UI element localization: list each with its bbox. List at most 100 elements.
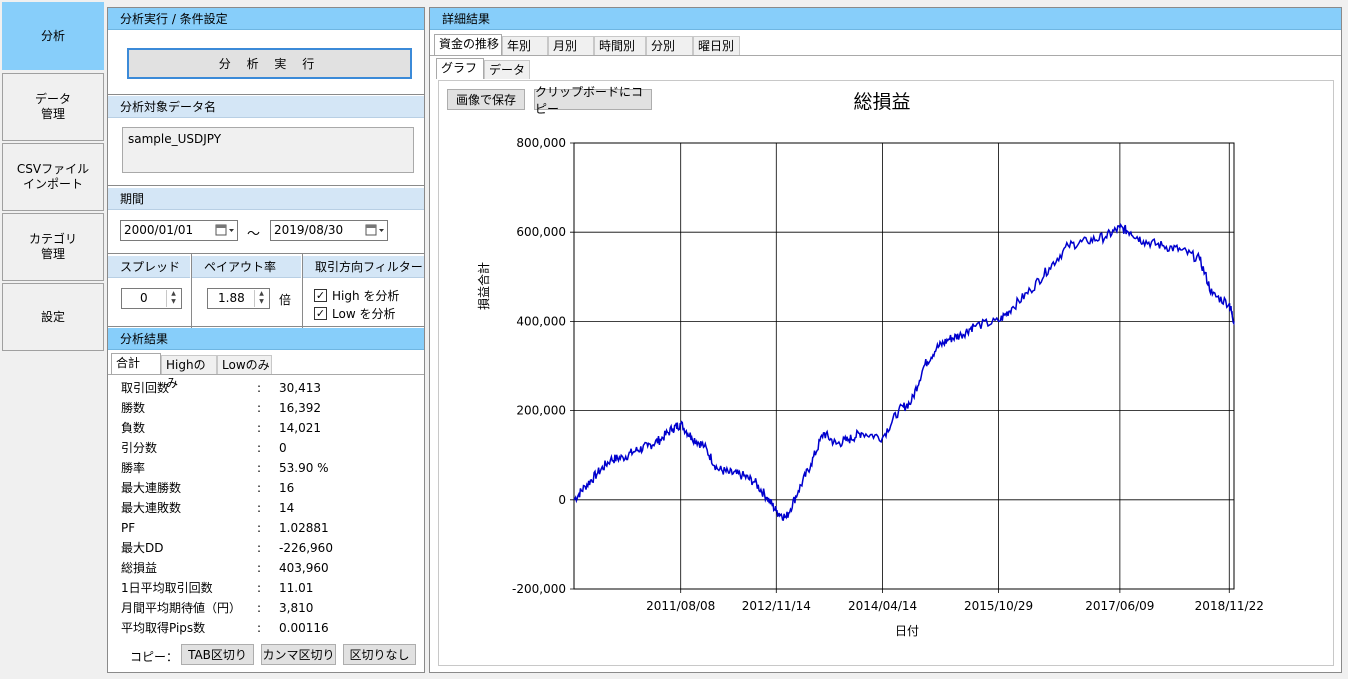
result-row: PF: 1.02881	[121, 518, 421, 538]
result-row: 最大DD: -226,960	[121, 538, 421, 558]
nav-analysis[interactable]: 分析	[2, 2, 104, 70]
result-value: 403,960	[279, 561, 329, 575]
tab-high-only[interactable]: Highのみ	[161, 355, 217, 390]
side-navigation: 分析 データ 管理 CSVファイル インポート カテゴリ 管理 設定	[0, 0, 104, 679]
result-row: 勝率: 53.90 %	[121, 458, 421, 478]
result-colon: :	[257, 461, 262, 475]
result-colon: :	[257, 481, 262, 495]
target-section	[108, 96, 424, 186]
result-row: 総損益: 403,960	[121, 558, 421, 578]
result-row: 最大連敗数: 14	[121, 498, 421, 518]
x-tick-label: 2014/04/14	[848, 599, 917, 613]
period-section	[108, 188, 424, 254]
subtab-graph[interactable]: グラフ	[436, 58, 484, 79]
tab-yearly[interactable]: 年別	[502, 36, 548, 55]
result-label: 最大連敗数	[121, 501, 182, 515]
nav-data-management-label: データ 管理	[34, 92, 71, 121]
result-label: 最大連勝数	[121, 481, 182, 495]
result-label: 最大DD	[121, 541, 164, 555]
nav-category-management[interactable]: カテゴリ 管理	[2, 213, 104, 281]
result-row: 1日平均取引回数: 11.01	[121, 578, 421, 598]
options-section	[108, 256, 424, 327]
nav-analysis-label: 分析	[40, 28, 65, 43]
result-row: 負数: 14,021	[121, 418, 421, 438]
result-colon: :	[257, 601, 262, 615]
result-colon: :	[257, 561, 262, 575]
result-colon: :	[257, 381, 262, 395]
nav-csv-import[interactable]: CSVファイル インポート	[2, 143, 104, 211]
copy-label: コピー：	[130, 650, 179, 664]
y-tick-label: 400,000	[516, 314, 566, 328]
result-label: 1日平均取引回数	[121, 581, 213, 595]
result-colon: :	[257, 421, 262, 435]
series-line	[573, 222, 1235, 521]
result-label: 勝率	[121, 461, 146, 475]
y-axis-label: 損益合計	[476, 262, 491, 310]
result-label: PF	[121, 521, 136, 535]
y-tick-label: -200,000	[512, 582, 566, 596]
result-value: 0	[279, 441, 287, 455]
result-value: 14	[279, 501, 295, 515]
result-row: 勝数: 16,392	[121, 398, 421, 418]
result-label: 負数	[121, 421, 146, 435]
copy-plain-button[interactable]: 区切りなし	[343, 644, 416, 665]
chart-title: 総損益	[853, 91, 910, 113]
result-colon: :	[257, 441, 262, 455]
detail-panel: 詳細結果 資金の推移 年別 月別 時間別 分別 曜日別 グラフ データ 画像で保…	[429, 7, 1342, 673]
nav-settings[interactable]: 設定	[2, 283, 104, 351]
result-value: -226,960	[279, 541, 333, 555]
tab-low-only[interactable]: Lowのみ	[217, 355, 272, 374]
tab-total[interactable]: 合計	[111, 353, 161, 374]
tab-monthly[interactable]: 月別	[548, 36, 594, 55]
y-tick-label: 0	[558, 493, 566, 507]
result-colon: :	[257, 621, 262, 635]
result-colon: :	[257, 581, 262, 595]
x-tick-label: 2015/10/29	[964, 599, 1033, 613]
x-tick-label: 2012/11/14	[742, 599, 811, 613]
results-header: 分析結果	[108, 328, 424, 350]
tab-hourly[interactable]: 時間別	[594, 36, 646, 55]
result-colon: :	[257, 501, 262, 515]
tab-minute[interactable]: 分別	[646, 36, 693, 55]
plot-frame	[573, 142, 1235, 590]
y-tick-label: 800,000	[516, 136, 566, 150]
result-row: 月間平均期待値（円）: 3,810	[121, 598, 421, 618]
x-tick-label: 2011/08/08	[646, 599, 715, 613]
nav-data-management[interactable]: データ 管理	[2, 73, 104, 141]
result-colon: :	[257, 401, 262, 415]
x-tick-label: 2018/11/22	[1195, 599, 1264, 613]
condition-panel: 分析実行 / 条件設定 分 析 実 行 分析対象データ名 sample_USDJ…	[107, 7, 425, 673]
tab-weekday[interactable]: 曜日別	[693, 36, 740, 55]
result-value: 0.00116	[279, 621, 329, 635]
nav-settings-label: 設定	[40, 309, 65, 324]
subtab-data[interactable]: データ	[484, 60, 530, 79]
result-row: 最大連勝数: 16	[121, 478, 421, 498]
tab-fund-transition[interactable]: 資金の推移	[434, 34, 502, 55]
y-tick-label: 600,000	[516, 225, 566, 239]
tab-underline	[108, 374, 424, 375]
result-label: 取引回数	[121, 381, 170, 395]
nav-csv-import-label: CSVファイル インポート	[16, 162, 90, 191]
result-value: 53.90 %	[279, 461, 329, 475]
copy-comma-button[interactable]: カンマ区切り	[261, 644, 336, 665]
result-label: 勝数	[121, 401, 146, 415]
x-axis-label: 日付	[895, 624, 919, 638]
result-value: 1.02881	[279, 521, 329, 535]
run-section	[108, 8, 424, 95]
result-value: 3,810	[279, 601, 314, 615]
result-row: 引分数: 0	[121, 438, 421, 458]
result-value: 14,021	[279, 421, 321, 435]
result-label: 総損益	[121, 561, 158, 575]
result-row: 取引回数: 30,413	[121, 378, 421, 398]
copy-tab-button[interactable]: TAB区切り	[181, 644, 254, 665]
result-value: 16	[279, 481, 295, 495]
result-row: 平均取得Pips数: 0.00116	[121, 618, 421, 638]
x-tick-label: 2017/06/09	[1085, 599, 1154, 613]
result-label: 引分数	[121, 441, 158, 455]
result-value: 11.01	[279, 581, 314, 595]
result-colon: :	[257, 521, 262, 535]
result-value: 16,392	[279, 401, 321, 415]
result-label: 平均取得Pips数	[121, 621, 206, 635]
detail-header: 詳細結果	[430, 8, 1341, 30]
chart-area: 画像で保存 クリップボードにコピー 総損益 損益合計 日付 800,000 600…	[438, 80, 1334, 666]
